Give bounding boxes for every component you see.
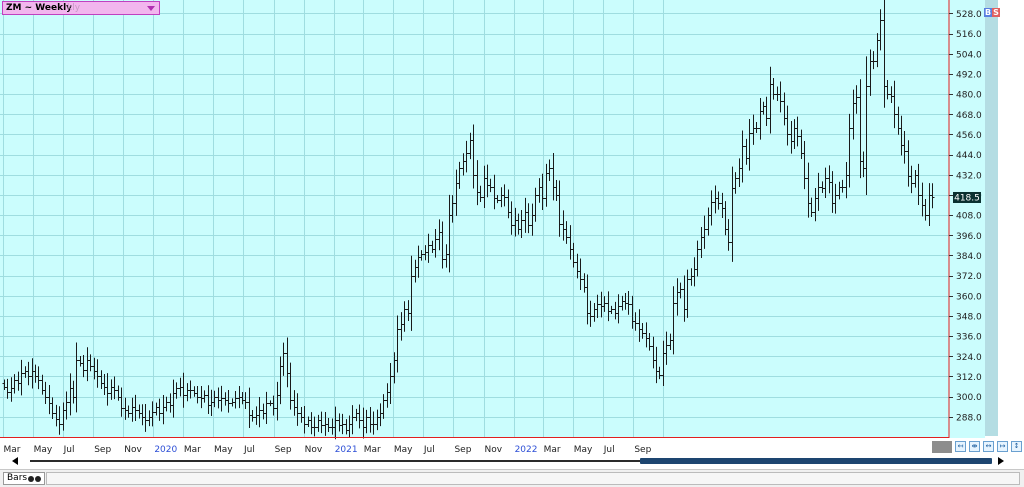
- scroll-thumb[interactable]: [640, 458, 992, 464]
- x-tick-label: Mar: [184, 445, 201, 455]
- x-tick-label: Sep: [634, 445, 651, 455]
- sell-badge[interactable]: S: [992, 8, 1000, 17]
- y-tick-label: 456.0: [956, 131, 982, 141]
- vertical-scrollbar[interactable]: [985, 0, 998, 436]
- y-tick-label: 312.0: [956, 373, 982, 383]
- y-tick-label: 396.0: [956, 232, 982, 242]
- y-tick-label: 360.0: [956, 292, 982, 302]
- y-tick-label: 336.0: [956, 333, 982, 343]
- x-tick-label: Mar: [544, 445, 561, 455]
- last-price-marker: 418.5: [953, 191, 981, 204]
- chart-area[interactable]: 288.0 300.0 312.0 324.0 336.0 348.0 360.0 372.0…: [0, 0, 1024, 455]
- x-tick-label: May: [574, 445, 593, 455]
- x-tick-label: Sep: [454, 445, 471, 455]
- buy-badge[interactable]: B: [984, 8, 993, 17]
- x-tick-label: 2020: [154, 445, 177, 455]
- scroll-right-icon[interactable]: [998, 457, 1004, 465]
- axis-corner-block: [932, 441, 952, 453]
- x-tick-label: 2022: [515, 445, 538, 455]
- time-axis-labels: Mar May Jul Sep Nov 2020 Mar May Jul Sep Nov 2021 Ma…: [4, 445, 952, 455]
- price-chart[interactable]: 288.0 300.0 312.0 324.0 336.0 348.0 360.0 372.0…: [0, 0, 1024, 455]
- bottom-tab-bar: Bars: [0, 469, 1024, 487]
- y-tick-label: 468.0: [956, 111, 982, 121]
- y-tick-label: 384.0: [956, 252, 982, 262]
- scroll-start-icon[interactable]: ↤: [955, 441, 966, 452]
- x-tick-label: May: [214, 445, 233, 455]
- x-tick-label: Jul: [243, 445, 255, 455]
- x-tick-label: Mar: [364, 445, 381, 455]
- x-tick-label: Sep: [94, 445, 111, 455]
- link-icon: [28, 475, 42, 485]
- buy-sell-badge[interactable]: BS: [984, 8, 1000, 17]
- y-tick-label: 516.0: [956, 30, 982, 40]
- y-tick-label: 300.0: [956, 393, 982, 403]
- symbol-selector[interactable]: ZM ~ Weekly kly: [2, 1, 160, 15]
- x-tick-label: Nov: [485, 445, 503, 455]
- y-tick-label: 492.0: [956, 70, 982, 80]
- x-tick-label: Sep: [275, 445, 292, 455]
- x-tick-label: May: [394, 445, 413, 455]
- y-tick-label: 324.0: [956, 353, 982, 363]
- tab-strip: [46, 472, 1020, 485]
- x-tick-label: Nov: [124, 445, 142, 455]
- plot-background: [0, 0, 949, 438]
- x-tick-label: 2021: [335, 445, 358, 455]
- last-price-label: 418.5: [954, 194, 980, 204]
- expand-icon[interactable]: ↕: [1011, 441, 1022, 452]
- x-tick-label: May: [34, 445, 53, 455]
- y-tick-label: 432.0: [956, 171, 982, 181]
- tab-bars[interactable]: Bars: [3, 472, 45, 485]
- scroll-left-icon[interactable]: [12, 457, 18, 465]
- zoom-in-icon[interactable]: ↔: [983, 441, 994, 452]
- symbol-label: ZM ~ Weekly: [6, 3, 73, 13]
- y-tick-label: 372.0: [956, 272, 982, 282]
- x-tick-label: Jul: [423, 445, 435, 455]
- symbol-ghost-text: kly: [67, 3, 81, 13]
- tab-bars-label: Bars: [7, 473, 28, 483]
- time-scrollbar[interactable]: [0, 455, 1024, 467]
- y-tick-label: 444.0: [956, 151, 982, 161]
- x-tick-label: Jul: [603, 445, 615, 455]
- x-tick-label: Nov: [305, 445, 323, 455]
- y-tick-label: 408.0: [956, 212, 982, 222]
- y-tick-label: 348.0: [956, 312, 982, 322]
- x-tick-label: Jul: [63, 445, 75, 455]
- chevron-down-icon[interactable]: [147, 6, 155, 11]
- scroll-end-icon[interactable]: ↦: [997, 441, 1008, 452]
- y-tick-label: 288.0: [956, 413, 982, 423]
- y-tick-label: 504.0: [956, 50, 982, 60]
- y-tick-label: 528.0: [956, 10, 982, 20]
- zoom-out-icon[interactable]: ⇼: [969, 441, 980, 452]
- y-tick-label: 480.0: [956, 91, 982, 101]
- x-tick-label: Mar: [4, 445, 21, 455]
